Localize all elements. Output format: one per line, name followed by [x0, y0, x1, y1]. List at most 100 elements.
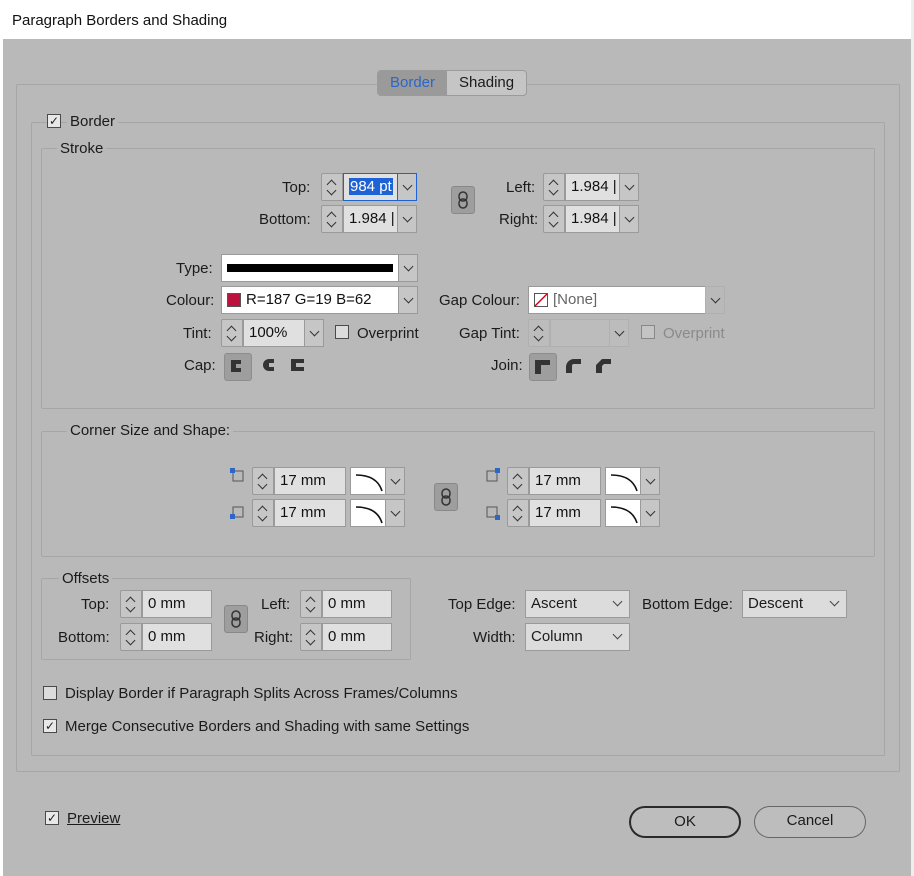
colour-dropdown[interactable]: R=187 G=19 B=62 [221, 286, 399, 314]
bottom-weight-dropdown[interactable] [397, 205, 417, 233]
tint-stepper[interactable] [221, 319, 243, 347]
offset-right-stepper[interactable] [300, 623, 322, 651]
preview-checkbox[interactable]: ✓ [45, 811, 59, 825]
top-weight-input[interactable]: 984 pt [343, 173, 398, 201]
tab-bar: Border Shading [377, 70, 528, 96]
border-checkbox[interactable]: ✓ [47, 114, 61, 128]
offset-top-label: Top: [81, 596, 110, 613]
rounded-corner-icon [610, 474, 638, 492]
dialog-title: Paragraph Borders and Shading [12, 12, 228, 29]
top-left-corner-stepper[interactable] [252, 467, 274, 495]
gap-overprint-label: Overprint [663, 325, 725, 342]
bottom-right-corner-shape-dropdown[interactable] [640, 499, 660, 527]
offset-bottom-stepper[interactable] [120, 623, 142, 651]
top-right-corner-input[interactable]: 17 mm [529, 467, 601, 495]
link-icon [231, 610, 241, 628]
round-join-button[interactable] [561, 353, 589, 381]
butt-cap-button[interactable] [224, 353, 252, 381]
gap-overprint-checkbox[interactable] [641, 325, 655, 339]
overprint-checkbox[interactable] [335, 325, 349, 339]
overprint-label: Overprint [357, 325, 419, 342]
colour-dropdown-arrow[interactable] [398, 286, 418, 314]
top-left-corner-shape-dropdown[interactable] [385, 467, 405, 495]
link-stroke-button[interactable] [451, 186, 475, 214]
tab-shading[interactable]: Shading [447, 71, 526, 95]
offset-right-input[interactable]: 0 mm [322, 623, 392, 651]
tint-label: Tint: [183, 325, 212, 342]
bottom-right-corner-input[interactable]: 17 mm [529, 499, 601, 527]
bottom-right-corner-shape[interactable] [605, 499, 641, 527]
gap-colour-dropdown-arrow[interactable] [705, 286, 725, 314]
type-dropdown-arrow[interactable] [398, 254, 418, 282]
gap-tint-stepper[interactable] [528, 319, 550, 347]
top-left-corner-shape[interactable] [350, 467, 386, 495]
offset-top-input[interactable]: 0 mm [142, 590, 212, 618]
left-stepper[interactable] [543, 173, 565, 201]
projecting-cap-button[interactable] [286, 353, 314, 381]
bottom-left-corner-shape[interactable] [350, 499, 386, 527]
offsets-legend: Offsets [59, 570, 113, 587]
colour-value: R=187 G=19 B=62 [246, 291, 372, 308]
rounded-corner-icon [355, 474, 383, 492]
gap-tint-input[interactable] [550, 319, 610, 347]
ok-button[interactable]: OK [629, 806, 741, 838]
top-left-corner-input[interactable]: 17 mm [274, 467, 346, 495]
title-bar: Paragraph Borders and Shading [3, 0, 911, 39]
display-split-label: Display Border if Paragraph Splits Acros… [65, 685, 458, 702]
bevel-join-button[interactable] [591, 353, 619, 381]
miter-join-button[interactable] [529, 353, 557, 381]
type-dropdown[interactable] [221, 254, 399, 282]
bottom-left-corner-stepper[interactable] [252, 499, 274, 527]
bottom-left-corner-input[interactable]: 17 mm [274, 499, 346, 527]
join-label: Join: [491, 357, 523, 374]
gap-colour-dropdown[interactable]: [None] [528, 286, 706, 314]
preview-label: Preview [67, 810, 121, 827]
top-stepper[interactable] [321, 173, 343, 201]
width-dropdown[interactable]: Column [525, 623, 630, 651]
rounded-corner-icon [355, 506, 383, 524]
bottom-right-corner-icon [486, 506, 500, 520]
top-edge-dropdown[interactable]: Ascent [525, 590, 630, 618]
bottom-left-corner-shape-dropdown[interactable] [385, 499, 405, 527]
link-offsets-button[interactable] [224, 605, 248, 633]
top-right-corner-shape-dropdown[interactable] [640, 467, 660, 495]
top-edge-label: Top Edge: [448, 596, 516, 613]
colour-swatch [227, 293, 241, 307]
offset-left-label: Left: [261, 596, 291, 613]
offset-left-input[interactable]: 0 mm [322, 590, 392, 618]
link-corners-button[interactable] [434, 483, 458, 511]
right-stepper[interactable] [543, 205, 565, 233]
left-weight-dropdown[interactable] [619, 173, 639, 201]
top-right-corner-icon [486, 468, 500, 482]
bottom-stepper[interactable] [321, 205, 343, 233]
offset-top-stepper[interactable] [120, 590, 142, 618]
colour-label: Colour: [166, 292, 215, 309]
link-icon [441, 488, 451, 506]
offset-left-stepper[interactable] [300, 590, 322, 618]
top-weight-dropdown[interactable] [397, 173, 417, 201]
tint-input[interactable]: 100% [243, 319, 305, 347]
offset-bottom-label: Bottom: [58, 629, 110, 646]
tint-dropdown[interactable] [304, 319, 324, 347]
cancel-button[interactable]: Cancel [754, 806, 866, 838]
gap-tint-dropdown[interactable] [609, 319, 629, 347]
top-weight-value: 984 pt [349, 178, 393, 195]
width-label: Width: [473, 629, 516, 646]
display-split-checkbox[interactable] [43, 686, 57, 700]
left-label: Left: [506, 179, 536, 196]
top-right-corner-stepper[interactable] [507, 467, 529, 495]
dialog-window: Paragraph Borders and Shading Border Sha… [0, 0, 914, 876]
top-right-corner-shape[interactable] [605, 467, 641, 495]
merge-checkbox[interactable]: ✓ [43, 719, 57, 733]
offset-bottom-input[interactable]: 0 mm [142, 623, 212, 651]
left-weight-input[interactable]: 1.984 | [565, 173, 620, 201]
right-weight-dropdown[interactable] [619, 205, 639, 233]
round-cap-button[interactable] [256, 353, 284, 381]
bottom-weight-input[interactable]: 1.984 | [343, 205, 398, 233]
type-label: Type: [176, 260, 213, 277]
bottom-right-corner-stepper[interactable] [507, 499, 529, 527]
bottom-edge-dropdown[interactable]: Descent [742, 590, 847, 618]
tab-border[interactable]: Border [378, 71, 448, 95]
rounded-corner-icon [610, 506, 638, 524]
right-weight-input[interactable]: 1.984 | [565, 205, 620, 233]
